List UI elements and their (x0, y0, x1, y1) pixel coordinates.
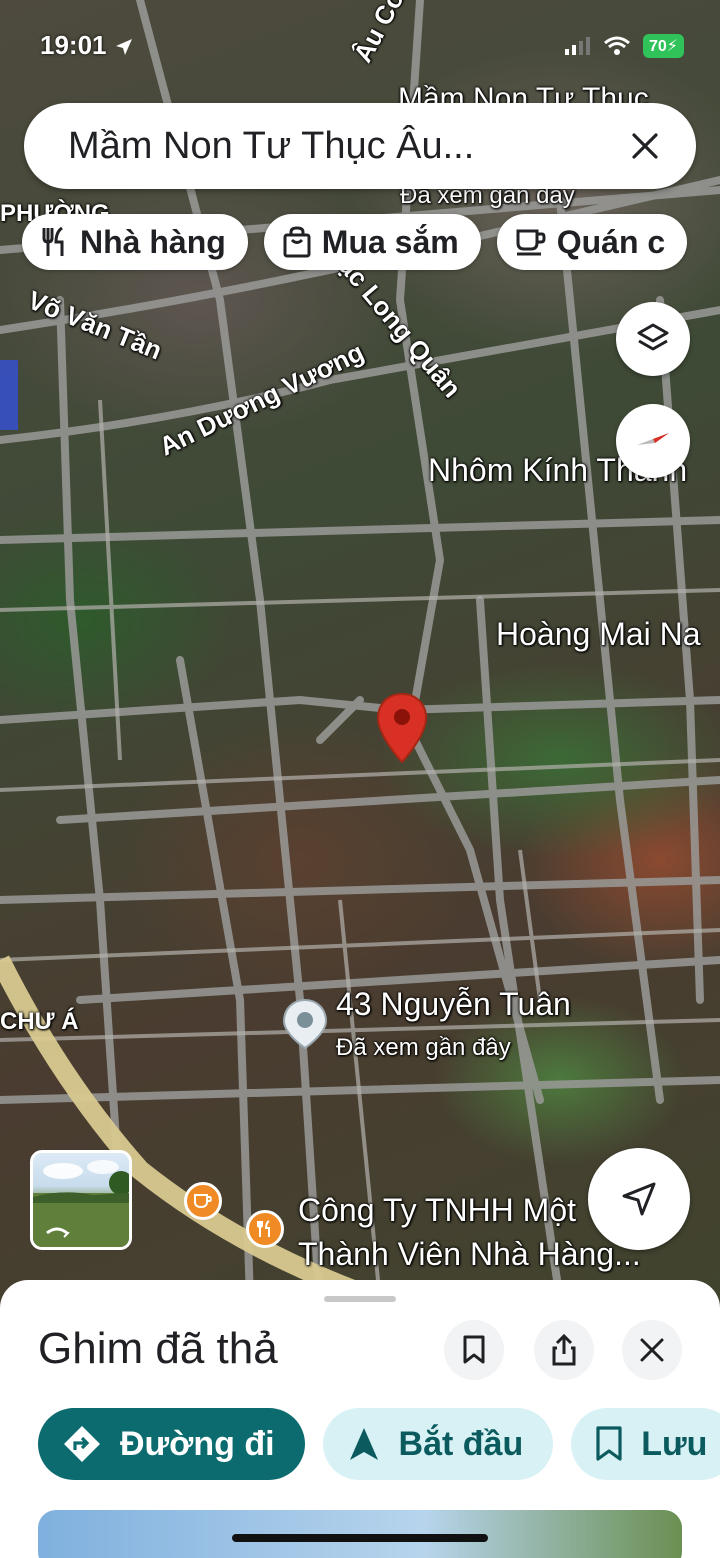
street-view-image (33, 1160, 129, 1247)
map-label-cong-ty-2[interactable]: Thành Viên Nhà Hàng... (298, 1236, 641, 1273)
save-label: Lưu (641, 1424, 708, 1463)
layers-icon (637, 323, 669, 351)
close-sheet-button[interactable] (622, 1320, 682, 1380)
share-icon (552, 1334, 576, 1366)
shopping-bag-icon (283, 226, 311, 258)
dropped-pin-icon[interactable] (376, 692, 428, 764)
street-view-thumbnail[interactable] (30, 1150, 132, 1250)
wifi-icon (604, 36, 630, 55)
chip-restaurants[interactable]: Nhà hàng (22, 214, 248, 270)
location-arrow-icon (115, 39, 132, 56)
cafe-poi-icon[interactable] (184, 1182, 222, 1220)
satellite-map[interactable]: Mầm Non Tư Thục Đã xem gần đây Âu Cơ PHƯ… (0, 0, 720, 1310)
coffee-cup-icon (516, 229, 546, 256)
fork-knife-icon (42, 226, 64, 256)
place-bottom-sheet[interactable]: Ghim đã thả Đường đi Bắt đầu Lưu (0, 1280, 720, 1558)
status-time: 19:01 (40, 30, 134, 61)
close-icon[interactable] (630, 131, 660, 161)
start-button[interactable]: Bắt đầu (322, 1408, 554, 1480)
map-label-hoang-mai[interactable]: Hoàng Mai Na (496, 616, 701, 653)
directions-icon (64, 1426, 100, 1462)
category-chips: Nhà hàng Mua sắm Quán c (22, 214, 688, 270)
status-indicators: 70⚡ (564, 34, 684, 58)
start-label: Bắt đầu (398, 1424, 524, 1463)
save-button[interactable]: Lưu (571, 1408, 720, 1480)
share-button[interactable] (534, 1320, 594, 1380)
sheet-title: Ghim đã thả (38, 1324, 278, 1373)
directions-label: Đường đi (120, 1424, 275, 1463)
chip-cafe[interactable]: Quán c (496, 214, 688, 270)
layers-button[interactable] (616, 302, 690, 376)
chip-label: Quán c (556, 223, 666, 260)
directions-button[interactable]: Đường đi (38, 1408, 305, 1480)
home-indicator[interactable] (232, 1534, 488, 1542)
navigation-arrow-icon (622, 1182, 656, 1216)
signal-icon (564, 37, 590, 55)
map-label-cong-ty-1[interactable]: Công Ty TNHH Một (298, 1192, 576, 1229)
chip-label: Nhà hàng (80, 223, 226, 260)
bookmark-icon (463, 1335, 485, 1364)
chip-label: Mua sắm (321, 223, 459, 260)
drag-handle[interactable] (324, 1296, 396, 1302)
map-label-chu-a: CHƯ Á (0, 1008, 79, 1035)
search-query[interactable]: Mầm Non Tư Thục Âu... (68, 125, 630, 168)
compass-icon (637, 433, 669, 445)
road-network (0, 0, 720, 1310)
map-label-nguyen-tuan[interactable]: 43 Nguyễn Tuân (336, 986, 571, 1023)
map-label-nguyen-tuan-sub: Đã xem gần đây (336, 1034, 511, 1061)
recent-place-marker-icon[interactable] (282, 998, 328, 1050)
compass-button[interactable] (616, 404, 690, 478)
my-location-button[interactable] (588, 1148, 690, 1250)
chip-shopping[interactable]: Mua sắm (263, 214, 481, 270)
navigation-start-icon (349, 1428, 378, 1460)
restaurant-poi-icon[interactable] (246, 1210, 284, 1248)
close-icon (640, 1338, 664, 1362)
save-bookmark-button[interactable] (444, 1320, 504, 1380)
bookmark-icon (596, 1426, 622, 1461)
search-box[interactable]: Mầm Non Tư Thục Âu... (24, 103, 696, 189)
action-buttons: Đường đi Bắt đầu Lưu (38, 1408, 720, 1480)
battery-indicator: 70⚡ (642, 34, 684, 58)
